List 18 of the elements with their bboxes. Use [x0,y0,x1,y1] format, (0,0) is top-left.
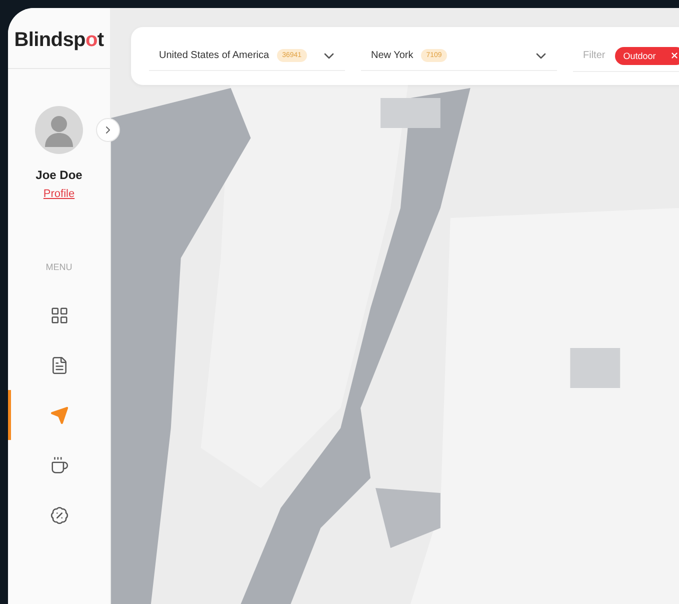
park-area [380,98,440,128]
document-icon [50,356,68,374]
grid-icon [50,306,68,324]
user-name: Joe Doe [36,168,82,182]
country-value: United States of America [159,50,270,61]
menu-heading: MENU [46,262,72,272]
profile-link[interactable]: Profile [43,188,75,200]
percent-badge-icon [50,506,68,524]
filter-label: Filter [583,50,606,61]
park-area [570,348,620,388]
person-silhouette-icon [44,113,74,147]
close-icon[interactable] [670,51,679,60]
city-value: New York [371,50,414,61]
filter-tag[interactable]: Outdoor [615,46,679,64]
mug-icon [50,456,68,474]
logo: Blindspot [14,28,104,52]
filter-tag-label: Outdoor [623,50,656,60]
paper-plane-icon [50,406,68,424]
